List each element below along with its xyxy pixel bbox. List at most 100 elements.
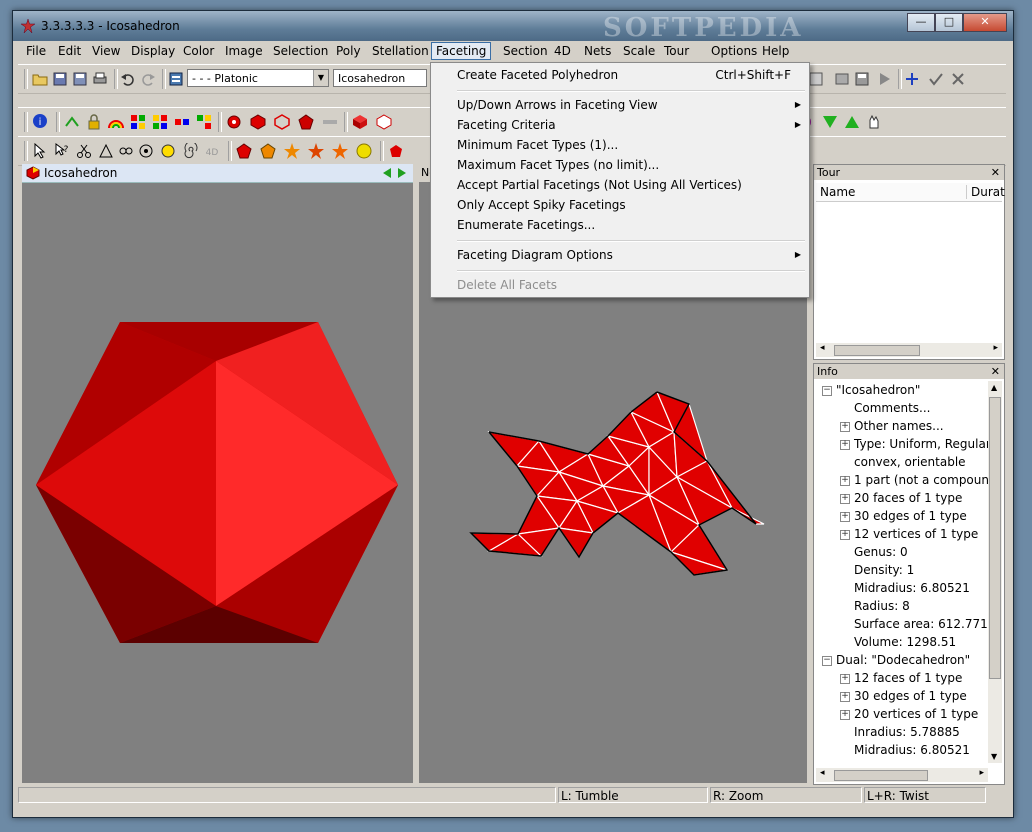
red-pentagon-icon[interactable] <box>388 143 404 159</box>
menu-item-min-facet-types[interactable]: Minimum Facet Types (1)... <box>431 135 809 155</box>
info-tree-row[interactable]: +30 edges of 1 type <box>818 507 990 525</box>
save-icon[interactable] <box>52 71 68 87</box>
menu-item-updown-arrows[interactable]: Up/Down Arrows in Faceting View ▶ <box>431 95 809 115</box>
menu-item-partial-facetings[interactable]: Accept Partial Facetings (Not Using All … <box>431 175 809 195</box>
open-folder-icon[interactable] <box>32 71 48 87</box>
wire-frame-icon[interactable] <box>274 114 290 130</box>
checkmark-icon[interactable] <box>928 71 944 87</box>
info-hscroll-thumb[interactable] <box>834 770 928 781</box>
menu-item-spiky-facetings[interactable]: Only Accept Spiky Facetings <box>431 195 809 215</box>
expand-icon[interactable]: + <box>840 710 850 720</box>
menu-edit[interactable]: Edit <box>54 43 85 59</box>
menu-image[interactable]: Image <box>221 43 267 59</box>
title-bar[interactable]: 3.3.3.3.3 - Icosahedron SOFTPEDIA — □ ✕ <box>13 11 1013 43</box>
polyhedron-viewport[interactable]: Icosahedron <box>22 164 413 783</box>
undo-icon[interactable] <box>120 71 136 87</box>
lock-icon[interactable] <box>86 114 102 130</box>
expand-icon[interactable]: + <box>840 512 850 522</box>
info-tree-row[interactable]: Midradius: 6.80521 <box>818 579 990 597</box>
add-tour-icon[interactable] <box>904 71 920 87</box>
smiley-icon[interactable] <box>160 143 176 159</box>
collapse-icon[interactable]: − <box>822 386 832 396</box>
yellow-poly-icon[interactable] <box>356 143 372 159</box>
close-icon[interactable]: ✕ <box>991 165 1000 180</box>
network-icon[interactable] <box>138 143 154 159</box>
link-icon[interactable] <box>118 143 134 159</box>
star-red-icon[interactable] <box>308 143 324 159</box>
expand-icon[interactable]: + <box>840 674 850 684</box>
menu-stellation[interactable]: Stellation <box>368 43 433 59</box>
redo-icon[interactable] <box>140 71 156 87</box>
color-vertices-icon[interactable] <box>196 114 212 130</box>
info-tree-row[interactable]: +1 part (not a compound) <box>818 471 990 489</box>
maximize-button[interactable]: □ <box>935 13 963 32</box>
star-poly-icon[interactable] <box>284 143 300 159</box>
menu-help[interactable]: Help <box>758 43 793 59</box>
edit-vertices-icon[interactable] <box>64 114 80 130</box>
arrow-right-icon[interactable] <box>396 167 408 179</box>
save-faceting-icon[interactable] <box>854 71 870 87</box>
hand-icon[interactable] <box>866 114 882 130</box>
info-tree-row[interactable]: − Dual: "Dodecahedron" <box>818 651 990 669</box>
chevron-down-icon[interactable]: ▼ <box>313 70 328 86</box>
tour-col-duration[interactable]: Durat <box>966 185 1005 199</box>
info-tree-row[interactable]: Genus: 0 <box>818 543 990 561</box>
close-button[interactable]: ✕ <box>963 13 1007 32</box>
menu-item-create-faceted[interactable]: Create Faceted Polyhedron Ctrl+Shift+F <box>431 65 809 85</box>
expand-icon[interactable]: + <box>840 494 850 504</box>
info-tree-row[interactable]: Radius: 8 <box>818 597 990 615</box>
menu-section[interactable]: Section <box>499 43 552 59</box>
menu-nets[interactable]: Nets <box>580 43 615 59</box>
menu-poly[interactable]: Poly <box>332 43 365 59</box>
arrow-left-icon[interactable]: ◂ <box>820 768 825 778</box>
export-icon[interactable] <box>834 71 850 87</box>
tour-scrollbar[interactable]: ◂ ▸ <box>816 343 1002 357</box>
expand-icon[interactable]: + <box>840 440 850 450</box>
pentagon-icon[interactable] <box>298 114 314 130</box>
spiral-icon[interactable] <box>182 143 198 159</box>
faceting-tool-icon[interactable] <box>808 71 824 87</box>
info-vscroll[interactable]: ▲ ▼ <box>988 381 1002 763</box>
info-tree-row[interactable]: + Other names... <box>818 417 990 435</box>
menu-options[interactable]: Options <box>707 43 761 59</box>
green-down-icon[interactable] <box>822 114 838 130</box>
expand-icon[interactable]: + <box>840 476 850 486</box>
bar-icon[interactable] <box>322 114 338 130</box>
expand-icon[interactable]: + <box>840 422 850 432</box>
4d-icon[interactable]: 4D <box>204 143 220 159</box>
collapse-icon[interactable]: − <box>822 656 832 666</box>
menu-tour[interactable]: Tour <box>660 43 693 59</box>
menu-faceting[interactable]: Faceting <box>431 42 492 60</box>
arrow-left-icon[interactable] <box>381 167 393 179</box>
info-hscroll[interactable]: ◂ ▸ <box>816 768 988 782</box>
info-tree-row[interactable]: convex, orientable <box>818 453 990 471</box>
info-tree-row[interactable]: + Type: Uniform, Regular, <box>818 435 990 453</box>
category-combo[interactable]: - - - Platonic ▼ <box>187 69 329 87</box>
info-tree-row[interactable]: +20 faces of 1 type <box>818 489 990 507</box>
pointer-icon[interactable] <box>32 143 48 159</box>
info-tree-row[interactable]: Comments... <box>818 399 990 417</box>
info-tree-row[interactable]: +12 faces of 1 type <box>818 669 990 687</box>
expand-icon[interactable]: + <box>840 530 850 540</box>
menu-display[interactable]: Display <box>127 43 179 59</box>
menu-color[interactable]: Color <box>179 43 218 59</box>
menu-item-diagram-options[interactable]: Faceting Diagram Options ▶ <box>431 245 809 265</box>
measure-icon[interactable] <box>98 143 114 159</box>
tour-col-name[interactable]: Name <box>820 185 855 199</box>
menu-item-enumerate[interactable]: Enumerate Facetings... <box>431 215 809 235</box>
menu-view[interactable]: View <box>88 43 124 59</box>
info-tree-row[interactable]: +30 edges of 1 type <box>818 687 990 705</box>
close-icon[interactable]: ✕ <box>991 364 1000 379</box>
info-icon[interactable]: i <box>32 113 48 129</box>
arrow-right-icon[interactable]: ▸ <box>993 343 998 353</box>
color-grid-icon[interactable] <box>130 114 146 130</box>
play-icon[interactable] <box>876 71 892 87</box>
green-up-icon[interactable] <box>844 114 860 130</box>
cube-icon[interactable] <box>352 114 368 130</box>
menu-item-max-facet-types[interactable]: Maximum Facet Types (no limit)... <box>431 155 809 175</box>
red-solid-icon[interactable] <box>250 114 266 130</box>
arrow-down-icon[interactable]: ▼ <box>991 752 997 761</box>
color-edges-icon[interactable] <box>174 114 190 130</box>
minimize-button[interactable]: — <box>907 13 935 32</box>
info-scroll-thumb[interactable] <box>989 397 1001 679</box>
